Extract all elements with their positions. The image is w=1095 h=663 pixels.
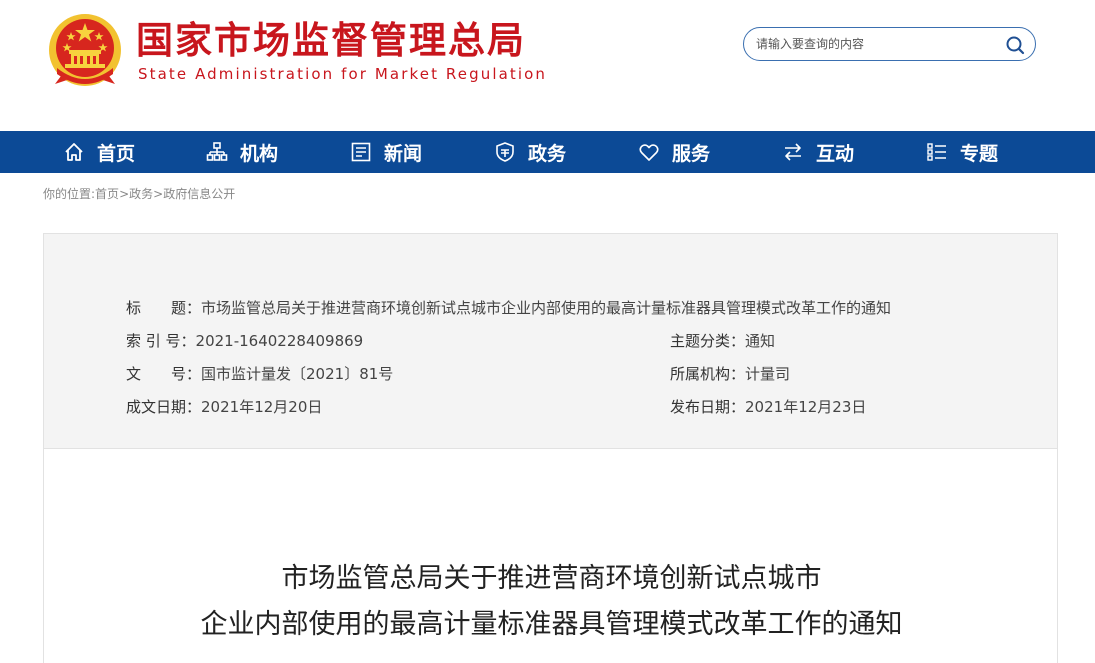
info-docno-value: 国市监计量发〔2021〕81号 — [201, 365, 394, 383]
info-published-row: 发布日期：2021年12月23日 — [670, 397, 866, 417]
breadcrumb-disclosure[interactable]: 政府信息公开 — [163, 187, 235, 201]
search-icon[interactable] — [1005, 35, 1025, 55]
news-icon — [351, 142, 371, 162]
info-created-row: 成文日期：2021年12月20日 — [126, 397, 322, 417]
nav-item-service[interactable]: 服务 — [638, 131, 710, 173]
site-header: 国家市场监督管理总局 State Administration for Mark… — [0, 0, 1095, 131]
info-title-row: 标 题：市场监管总局关于推进营商环境创新试点城市企业内部使用的最高计量标准器具管… — [126, 298, 891, 318]
nav-item-org[interactable]: 机构 — [206, 131, 278, 173]
search-box — [743, 27, 1036, 61]
info-docno-row: 文 号：国市监计量发〔2021〕81号 — [126, 364, 393, 384]
nav-label: 互动 — [816, 142, 855, 165]
info-category-value: 通知 — [745, 332, 776, 350]
nav-item-government[interactable]: 政务 — [494, 131, 566, 173]
info-published-value: 2021年12月23日 — [745, 398, 867, 416]
info-published-label: 发布日期： — [670, 398, 746, 416]
article-body: 市场监管总局关于推进营商环境创新试点城市 企业内部使用的最高计量标准器具管理模式… — [43, 449, 1058, 663]
nav-item-interaction[interactable]: 互动 — [782, 131, 854, 173]
info-category-row: 主题分类：通知 — [670, 331, 775, 351]
article-title-line2: 企业内部使用的最高计量标准器具管理模式改革工作的通知 — [200, 609, 903, 640]
government-icon — [496, 142, 514, 162]
info-title-value: 市场监管总局关于推进营商环境创新试点城市企业内部使用的最高计量标准器具管理模式改… — [201, 299, 892, 317]
nav-label: 政务 — [528, 142, 567, 165]
nav-item-news[interactable]: 新闻 — [350, 131, 422, 173]
document-info-box: 标 题：市场监管总局关于推进营商环境创新试点城市企业内部使用的最高计量标准器具管… — [43, 233, 1058, 449]
site-title: 国家市场监督管理总局 — [136, 19, 526, 62]
nav-label: 专题 — [960, 142, 999, 165]
nav-item-home[interactable]: 首页 — [63, 131, 135, 173]
org-chart-icon — [206, 142, 228, 161]
info-category-label: 主题分类： — [670, 332, 746, 350]
article-title-line1: 市场监管总局关于推进营商环境创新试点城市 — [281, 563, 822, 594]
info-docno-label: 文 号： — [126, 365, 202, 383]
info-org-label: 所属机构： — [670, 365, 746, 383]
nav-label: 服务 — [672, 142, 711, 165]
info-org-row: 所属机构：计量司 — [670, 364, 790, 384]
breadcrumb: 你的位置:首页>政务>政府信息公开 — [43, 186, 235, 202]
info-created-value: 2021年12月20日 — [201, 398, 323, 416]
info-created-label: 成文日期： — [126, 398, 202, 416]
info-index-row: 索 引 号：2021-1640228409869 — [126, 331, 363, 351]
site-subtitle: State Administration for Market Regulati… — [138, 65, 548, 83]
breadcrumb-government[interactable]: 政务 — [129, 187, 153, 201]
nav-label: 首页 — [97, 142, 136, 165]
home-icon — [65, 143, 83, 161]
exchange-icon — [785, 143, 801, 161]
national-emblem-icon[interactable] — [47, 12, 123, 88]
search-input[interactable] — [756, 34, 996, 54]
nav-item-topics[interactable]: 专题 — [926, 131, 998, 173]
breadcrumb-separator: > — [153, 187, 164, 201]
breadcrumb-home[interactable]: 首页 — [95, 187, 119, 201]
nav-label: 新闻 — [384, 142, 423, 165]
nav-label: 机构 — [240, 142, 279, 165]
info-org-value: 计量司 — [745, 365, 791, 383]
info-title-label: 标 题： — [126, 299, 202, 317]
heart-icon — [639, 144, 659, 161]
info-index-label: 索 引 号： — [126, 332, 196, 350]
topic-list-icon — [927, 143, 946, 161]
info-index-value: 2021-1640228409869 — [195, 332, 364, 350]
breadcrumb-prefix: 你的位置: — [43, 187, 96, 201]
breadcrumb-separator: > — [119, 187, 130, 201]
main-nav: 首页 机构 新闻 政务 服务 互动 专题 — [0, 131, 1095, 173]
